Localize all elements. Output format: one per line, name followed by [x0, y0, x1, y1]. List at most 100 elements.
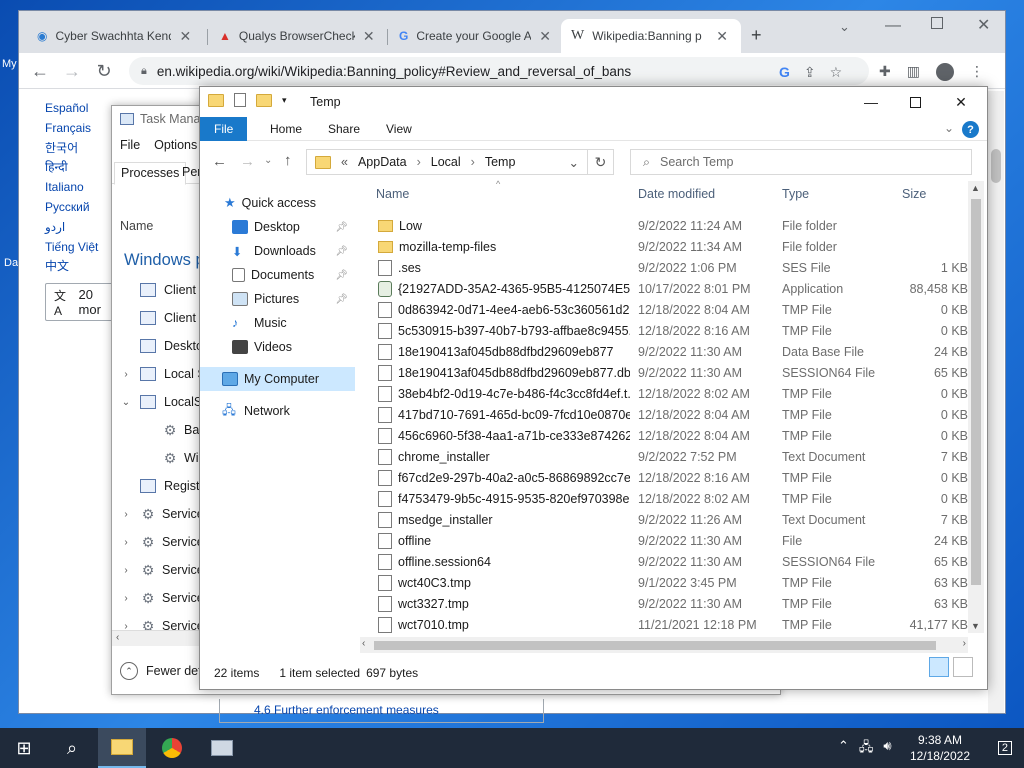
nav-documents[interactable]: Documents 📌︎ — [200, 263, 356, 287]
fewer-details-button[interactable]: ⌃ Fewer det — [120, 662, 202, 680]
file-row[interactable]: .ses 9/2/2022 1:06 PM SES File 1 KB — [378, 257, 968, 278]
file-row[interactable]: 18e190413af045db88dfbd29609eb877 9/2/2022… — [378, 341, 968, 362]
search-icon[interactable]: ⌕ — [48, 728, 96, 768]
language-link[interactable]: Français — [45, 119, 121, 139]
address-bar[interactable]: 🔒︎ en.wikipedia.org/wiki/Wikipedia:Banni… — [129, 57, 869, 85]
back-arrow-icon[interactable]: ← — [212, 153, 227, 170]
tab-search-icon[interactable]: ⌄ — [839, 19, 850, 35]
vertical-scrollbar[interactable]: ▲ ▼ — [968, 181, 984, 633]
properties-icon[interactable] — [234, 93, 246, 107]
breadcrumb-item[interactable]: Temp — [485, 155, 516, 169]
column-header-size[interactable]: Size — [902, 187, 926, 201]
scroll-up-icon[interactable]: ▲ — [971, 183, 980, 193]
google-translate-icon[interactable]: G — [779, 64, 790, 81]
browser-tab[interactable]: ◉ Cyber Swachhta Kend ✕ — [27, 19, 207, 53]
help-icon[interactable]: ? — [962, 121, 979, 138]
clock[interactable]: 9:38 AM 12/18/2022 — [910, 732, 970, 764]
file-row[interactable]: 417bd710-7691-465d-bc09-7fcd10e0870e....… — [378, 404, 968, 425]
ribbon-tab-file[interactable]: File — [200, 117, 248, 141]
close-tab-icon[interactable]: ✕ — [716, 28, 728, 45]
file-row[interactable]: 18e190413af045db88dfbd29609eb877.db.... 9… — [378, 362, 968, 383]
file-row[interactable]: offline 9/2/2022 11:30 AM File 24 KB — [378, 530, 968, 551]
maximize-icon[interactable] — [931, 17, 943, 29]
scrollbar-thumb[interactable] — [991, 149, 1001, 183]
file-row[interactable]: {21927ADD-35A2-4365-95B5-4125074E5D... 10… — [378, 278, 968, 299]
start-windows-icon[interactable]: ⊞ — [0, 728, 48, 768]
chevron-down-icon[interactable]: ⌄ — [569, 155, 579, 170]
refresh-icon[interactable]: ↻ — [588, 149, 614, 175]
file-row[interactable]: chrome_installer 9/2/2022 7:52 PM Text Doc… — [378, 446, 968, 467]
close-tab-icon[interactable]: ✕ — [363, 28, 375, 45]
close-tab-icon[interactable]: ✕ — [539, 28, 551, 45]
pin-icon[interactable]: 📌︎ — [335, 294, 348, 305]
close-tab-icon[interactable]: ✕ — [179, 28, 191, 45]
search-input[interactable]: ⌕ Search Temp — [630, 149, 972, 175]
expand-ribbon-icon[interactable]: ⌄ — [944, 121, 954, 135]
new-folder-icon[interactable] — [256, 93, 272, 107]
menu-file[interactable]: File — [120, 138, 140, 152]
file-row[interactable]: 5c530915-b397-40b7-b793-affbae8c9455... 1… — [378, 320, 968, 341]
column-header-name[interactable]: Name — [120, 219, 153, 233]
language-link[interactable]: Italiano — [45, 178, 121, 198]
file-row[interactable]: Low 9/2/2022 11:24 AM File folder — [378, 215, 968, 236]
file-row[interactable]: wct7010.tmp 11/21/2021 12:18 PM TMP File 41… — [378, 614, 968, 635]
ribbon-tab-share[interactable]: Share — [314, 117, 374, 141]
close-window-icon[interactable]: ✕ — [977, 15, 990, 35]
forward-arrow-icon[interactable]: → — [59, 59, 85, 83]
browser-tab[interactable]: ▲ Qualys BrowserCheck ✕ — [209, 19, 389, 53]
language-link[interactable]: 한국어 — [45, 139, 121, 159]
file-row[interactable]: msedge_installer 9/2/2022 11:26 AM Text Do… — [378, 509, 968, 530]
column-header-type[interactable]: Type — [782, 187, 809, 201]
pin-icon[interactable]: 📌︎ — [335, 222, 348, 233]
ribbon-tab-home[interactable]: Home — [256, 117, 316, 141]
scroll-right-icon[interactable]: › — [963, 638, 966, 649]
desktop-icon-label[interactable]: Da — [4, 257, 18, 269]
file-explorer-taskbar-icon[interactable] — [98, 728, 146, 768]
browser-tab[interactable]: G Create your Google A ✕ — [389, 19, 561, 53]
bookmark-star-icon[interactable]: ☆ — [830, 64, 843, 81]
scroll-down-icon[interactable]: ▼ — [971, 621, 980, 631]
chevron-right-icon[interactable]: › — [118, 537, 134, 548]
breadcrumb-overflow[interactable]: « — [341, 155, 348, 169]
menu-options[interactable]: Options — [154, 138, 197, 152]
nav-downloads[interactable]: ⬇ Downloads 📌︎ — [200, 239, 356, 263]
up-arrow-icon[interactable]: ↑ — [284, 152, 292, 169]
more-languages-button[interactable]: 文A 20 mor — [45, 283, 117, 321]
chevron-right-icon[interactable]: › — [118, 565, 134, 576]
volume-icon[interactable]: 🔊︎ — [883, 738, 891, 760]
horizontal-scrollbar[interactable]: ‹ › — [360, 637, 968, 653]
breadcrumb-item[interactable]: Local — [431, 155, 461, 169]
minimize-icon[interactable]: — — [848, 87, 894, 117]
profile-avatar-icon[interactable] — [935, 63, 954, 81]
chevron-right-icon[interactable]: › — [118, 509, 134, 520]
language-link[interactable]: Español — [45, 99, 121, 119]
chevron-right-icon[interactable]: › — [118, 593, 134, 604]
maximize-icon[interactable] — [892, 87, 938, 117]
ribbon-tab-view[interactable]: View — [372, 117, 426, 141]
scroll-left-icon[interactable]: ‹ — [362, 638, 365, 649]
details-view-icon[interactable] — [929, 657, 949, 677]
pin-icon[interactable]: 📌︎ — [335, 270, 348, 281]
file-row[interactable]: offline.session64 9/2/2022 11:30 AM SESSIO… — [378, 551, 968, 572]
nav-music[interactable]: ♪ Music — [200, 311, 356, 335]
file-row[interactable]: wct40C3.tmp 9/1/2022 3:45 PM TMP File 63 KB — [378, 572, 968, 593]
scroll-left-icon[interactable]: ‹ — [116, 632, 119, 643]
extensions-icon[interactable]: ✚ — [879, 63, 891, 81]
reload-icon[interactable]: ↻ — [91, 59, 117, 83]
nav-my-computer[interactable]: My Computer — [200, 367, 355, 391]
close-window-icon[interactable]: ✕ — [938, 87, 984, 117]
task-manager-taskbar-icon[interactable] — [198, 728, 246, 768]
file-row[interactable]: mozilla-temp-files 9/2/2022 11:34 AM File … — [378, 236, 968, 257]
pin-icon[interactable]: 📌︎ — [335, 246, 348, 257]
chevron-right-icon[interactable]: › — [471, 155, 475, 169]
share-icon[interactable]: ⇪ — [804, 64, 816, 81]
horizontal-scrollbar[interactable]: ‹ — [112, 630, 202, 646]
desktop-icon-label[interactable]: My — [2, 58, 17, 70]
recent-locations-icon[interactable]: ⌄ — [264, 155, 272, 166]
language-link[interactable]: 中文 — [45, 257, 121, 277]
large-icons-view-icon[interactable] — [953, 657, 973, 677]
file-row[interactable]: f4753479-9b5c-4915-9535-820ef970398e.t..… — [378, 488, 968, 509]
toc-link[interactable]: 4.6 Further enforcement measures — [254, 703, 439, 717]
language-link[interactable]: Русский — [45, 198, 121, 218]
file-row[interactable]: 38eb4bf2-0d19-4c7e-b486-f4c3cc8fd4ef.t..… — [378, 383, 968, 404]
